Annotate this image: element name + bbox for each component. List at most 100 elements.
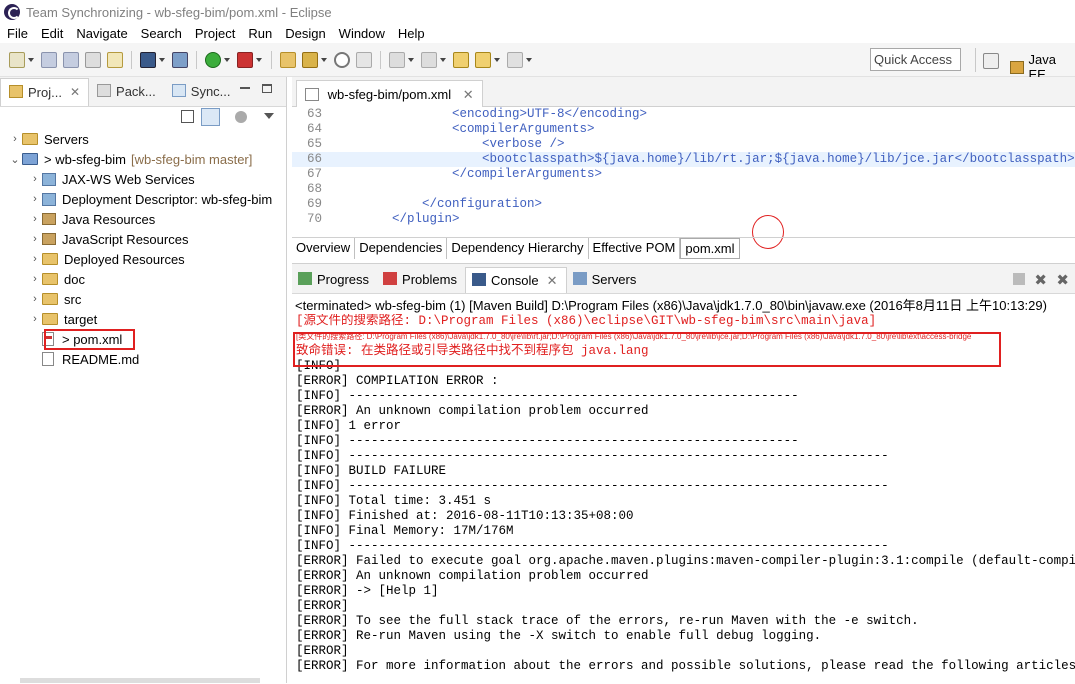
project-icon — [22, 153, 38, 165]
menu-search[interactable]: Search — [141, 26, 182, 41]
tree-item-label: README.md — [62, 351, 140, 367]
pencil-icon[interactable] — [302, 51, 318, 68]
tab-problems[interactable]: Problems — [377, 267, 465, 293]
project-tree: › Servers ⌄ > wb-sfeg-bim [wb-sfeg-bim maste… — [0, 107, 286, 369]
pom-tab-dependencies[interactable]: Dependencies — [355, 238, 448, 259]
new-icon[interactable] — [9, 51, 25, 68]
menu-file[interactable]: File — [7, 26, 28, 41]
line-number: 68 — [306, 182, 322, 196]
console-tabs: Progress Problems Console ✕ Servers — [292, 264, 1075, 294]
expand-arrow-icon[interactable]: › — [28, 233, 42, 245]
forward-icon[interactable] — [507, 51, 523, 68]
tree-item-label: JAX-WS Web Services — [62, 171, 195, 187]
pom-tab-overview[interactable]: Overview — [292, 238, 356, 259]
expand-arrow-icon[interactable]: ⌄ — [8, 153, 22, 166]
minimize-icon[interactable] — [240, 87, 250, 89]
tab-synchronize[interactable]: Sync... — [164, 78, 239, 106]
search-icon[interactable] — [334, 51, 350, 68]
tab-progress[interactable]: Progress — [292, 267, 377, 293]
expand-arrow-icon[interactable]: › — [28, 313, 42, 325]
tree-item-label: Deployment Descriptor: wb-sfeg-bim — [62, 191, 273, 207]
expand-arrow-icon[interactable]: › — [8, 133, 22, 145]
tab-console[interactable]: Console ✕ — [464, 267, 567, 293]
java-ee-icon — [1010, 60, 1024, 74]
pom-editor-tabs: Overview Dependencies Dependency Hierarchy… — [292, 237, 1075, 259]
tree-item[interactable]: › JAX-WS Web Services — [0, 169, 286, 189]
eclipse-logo-icon — [4, 4, 20, 20]
run-icon[interactable] — [205, 51, 221, 68]
menu-design[interactable]: Design — [285, 26, 325, 41]
properties-icon[interactable] — [107, 51, 123, 68]
binary-icon[interactable] — [85, 51, 101, 68]
servers-icon — [572, 272, 587, 285]
external-tools-icon[interactable] — [237, 51, 253, 68]
console-panel: Progress Problems Console ✕ Servers ✖ ✖ <ter… — [292, 263, 1075, 683]
expand-arrow-icon[interactable]: › — [28, 273, 42, 285]
back-icon[interactable] — [475, 51, 491, 68]
xml-file-icon — [305, 88, 319, 101]
console-icon[interactable] — [140, 51, 156, 68]
save-all-icon[interactable] — [63, 51, 79, 68]
menu-navigate[interactable]: Navigate — [76, 26, 127, 41]
tree-item-label: JavaScript Resources — [62, 231, 189, 247]
expand-arrow-icon[interactable]: › — [28, 173, 42, 185]
last-edit-icon[interactable] — [453, 51, 469, 68]
expand-arrow-icon[interactable]: › — [28, 253, 42, 265]
tab-project-explorer[interactable]: Proj... ✕ — [0, 78, 90, 106]
open-type-icon[interactable] — [172, 51, 188, 68]
console-line: [INFO] ---------------------------------… — [296, 434, 799, 448]
package-icon — [42, 172, 56, 186]
pom-tab-dependency-hierarchy[interactable]: Dependency Hierarchy — [447, 238, 589, 259]
open-perspective-icon[interactable] — [983, 53, 999, 69]
code-area[interactable]: 63 <encoding>UTF-8</encoding> 64 <compile… — [292, 107, 1075, 227]
save-icon[interactable] — [41, 51, 57, 68]
annotation-icon[interactable] — [356, 51, 372, 68]
menu-window[interactable]: Window — [339, 26, 385, 41]
menu-edit[interactable]: Edit — [41, 26, 63, 41]
next-annotation-icon[interactable] — [389, 51, 405, 68]
package-icon — [42, 192, 56, 206]
expand-arrow-icon[interactable]: › — [28, 293, 42, 305]
tree-item[interactable]: › Deployed Resources — [0, 249, 286, 269]
tab-pom-xml[interactable]: wb-sfeg-bim/pom.xml ✕ — [296, 80, 483, 107]
close-icon[interactable]: ✕ — [463, 87, 474, 102]
tree-item[interactable]: › Servers — [0, 129, 286, 149]
tree-item[interactable]: > pom.xml — [0, 329, 286, 349]
tab-servers[interactable]: Servers — [567, 267, 645, 293]
prev-annotation-icon[interactable] — [421, 51, 437, 68]
close-icon[interactable]: ✕ — [547, 273, 558, 289]
quick-access-input[interactable]: Quick Access — [870, 48, 961, 71]
remove-launch-icon[interactable]: ✖ — [1034, 271, 1047, 289]
tree-item[interactable]: › src — [0, 289, 286, 309]
horizontal-scrollbar[interactable] — [20, 678, 260, 683]
line-number: 64 — [306, 122, 322, 136]
tree-item-label: Deployed Resources — [64, 251, 185, 267]
pom-tab-effective-pom[interactable]: Effective POM — [589, 238, 681, 259]
folder-icon — [42, 253, 58, 265]
tree-item[interactable]: ⌄ > wb-sfeg-bim [wb-sfeg-bim master] — [0, 149, 286, 169]
pom-tab-pom-xml[interactable]: pom.xml — [680, 238, 740, 259]
console-output[interactable]: [源文件的搜索路径: D:\Program Files (x86)\eclips… — [296, 314, 1075, 684]
problems-icon — [383, 272, 398, 285]
close-icon[interactable]: ✕ — [70, 85, 80, 99]
tree-item[interactable]: › JavaScript Resources — [0, 229, 286, 249]
menu-run[interactable]: Run — [248, 26, 272, 41]
open-folder-icon[interactable] — [280, 51, 296, 68]
tree-item[interactable]: › Java Resources — [0, 209, 286, 229]
menu-project[interactable]: Project — [195, 26, 235, 41]
folder-icon — [22, 133, 38, 145]
tree-item-label: Servers — [44, 131, 89, 147]
tree-item-label: target — [64, 311, 98, 327]
menu-help[interactable]: Help — [398, 26, 425, 41]
expand-arrow-icon[interactable]: › — [28, 213, 42, 225]
expand-arrow-icon[interactable]: › — [28, 193, 42, 205]
remove-all-icon[interactable]: ✖ — [1056, 271, 1069, 289]
maximize-icon[interactable] — [262, 84, 272, 93]
stop-icon[interactable] — [1013, 273, 1025, 285]
git-branch-label: [wb-sfeg-bim master] — [131, 151, 253, 167]
tree-item[interactable]: › target — [0, 309, 286, 329]
tree-item[interactable]: › doc — [0, 269, 286, 289]
tree-item[interactable]: README.md — [0, 349, 286, 369]
tree-item[interactable]: › Deployment Descriptor: wb-sfeg-bim — [0, 189, 286, 209]
tab-package-explorer[interactable]: Pack... — [89, 78, 164, 106]
